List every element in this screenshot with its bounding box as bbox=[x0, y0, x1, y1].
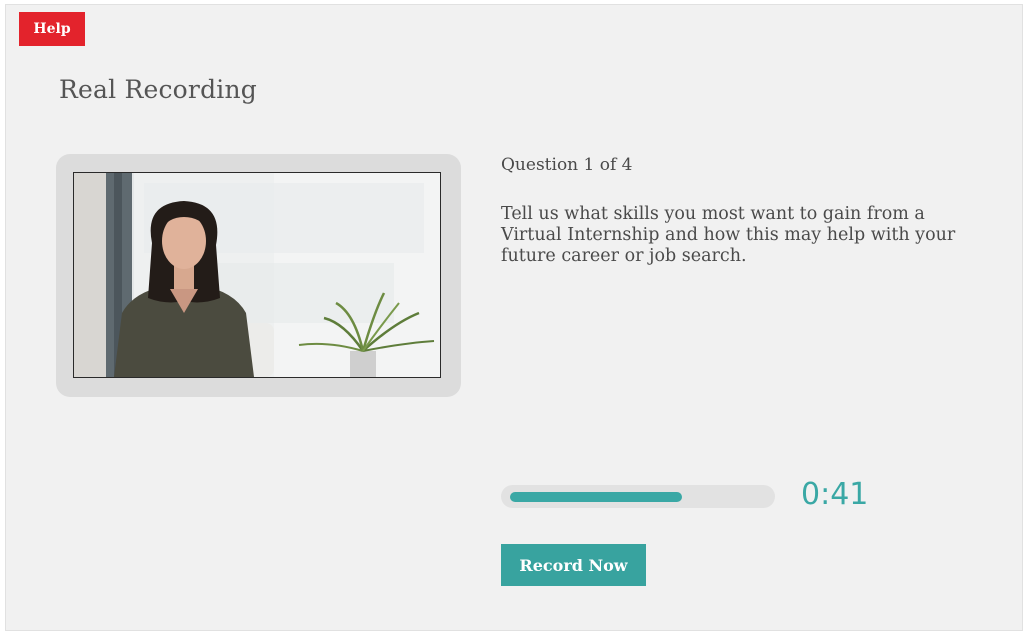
webcam-preview-image bbox=[74, 173, 440, 377]
question-counter: Question 1 of 4 bbox=[501, 155, 633, 175]
page-title: Real Recording bbox=[59, 75, 257, 104]
video-preview-card bbox=[56, 154, 461, 397]
recording-progress-bar bbox=[501, 485, 775, 508]
record-now-button[interactable]: Record Now bbox=[501, 544, 646, 586]
countdown-timer: 0:41 bbox=[801, 477, 869, 512]
help-button[interactable]: Help bbox=[19, 12, 85, 46]
recording-progress-fill bbox=[510, 492, 682, 502]
recording-panel: Help Real Recording Question 1 of 4 Tell… bbox=[5, 4, 1023, 631]
question-text: Tell us what skills you most want to gai… bbox=[501, 204, 956, 266]
webcam-video-feed bbox=[73, 172, 441, 378]
